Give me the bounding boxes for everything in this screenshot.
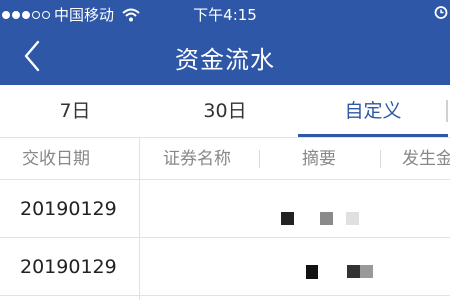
column-divider: [259, 150, 260, 168]
tab-7-days[interactable]: 7日: [0, 85, 150, 138]
app-header: 中国移动 下午4:15 资金流水: [0, 0, 450, 85]
settlement-date-cell: 20190129: [20, 256, 117, 278]
active-tab-indicator: [298, 134, 448, 137]
settlement-date-cell: 20190129: [20, 198, 117, 220]
table-row[interactable]: 20190129: [0, 238, 450, 296]
column-header-security-name: 证券名称: [163, 149, 231, 169]
column-header-amount: 发生金: [402, 149, 450, 169]
column-divider: [380, 150, 381, 168]
alarm-icon: [434, 6, 448, 19]
table-header: 交收日期 证券名称 摘要 发生金: [0, 138, 450, 180]
column-header-settlement-date: 交收日期: [22, 149, 90, 169]
status-time: 下午4:15: [193, 6, 257, 24]
page-title: 资金流水: [175, 46, 275, 74]
status-bar: 中国移动 下午4:15: [0, 0, 450, 28]
period-tabs: 7日 30日 自定义: [0, 85, 450, 138]
table-row[interactable]: 20190129: [0, 180, 450, 238]
tab-custom[interactable]: 自定义: [298, 85, 448, 138]
navigation-bar: 资金流水: [0, 28, 450, 85]
tab-30-days[interactable]: 30日: [150, 85, 300, 138]
tab-divider: [446, 100, 448, 122]
column-header-summary: 摘要: [302, 149, 336, 169]
